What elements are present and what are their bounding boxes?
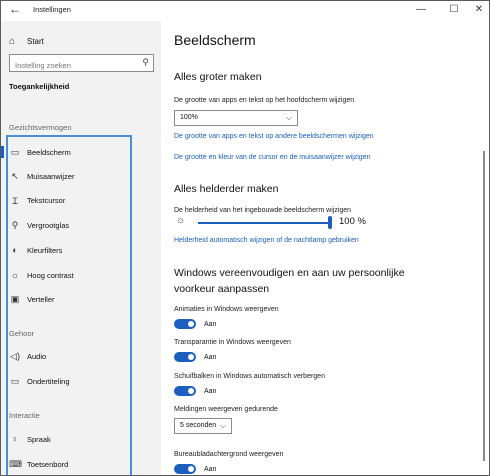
size-label: De grootte van apps en tekst op het hoof… xyxy=(174,97,355,104)
notification-duration-label: Meldingen weergeven gedurende xyxy=(174,406,278,413)
notification-duration-value: 5 seconden xyxy=(180,422,217,429)
toggle-scrollbars[interactable] xyxy=(174,386,196,396)
sidebar-item-captions[interactable]: ▭ Ondertiteling xyxy=(9,374,70,388)
sidebar-item-text-cursor[interactable]: Ɪ Tekstcursor xyxy=(9,193,65,207)
sidebar-item-high-contrast[interactable]: ☼ Hoog contrast xyxy=(9,268,74,282)
sidebar-section-title: Toegankelijkheid xyxy=(9,82,70,91)
toggle-state: Aan xyxy=(204,465,217,473)
sidebar-item-label: Spraak xyxy=(27,434,51,444)
chevron-down-icon: ⌵ xyxy=(219,421,226,430)
sidebar-item-label: Muisaanwijzer xyxy=(27,171,75,181)
toggle-row-desktop-background: Aan xyxy=(174,463,216,475)
size-dropdown[interactable]: 100% ⌵ xyxy=(174,110,298,126)
high-contrast-icon: ☼ xyxy=(10,270,20,280)
sidebar-item-color-filters[interactable]: ◐ Kleurfilters xyxy=(9,243,62,257)
sidebar-item-narrator[interactable]: ▣ Verteller xyxy=(9,292,55,306)
sidebar-item-mouse-pointer[interactable]: ↖ Muisaanwijzer xyxy=(9,169,75,183)
sidebar-item-label: Vergrootglas xyxy=(27,220,70,230)
toggle-label-animations: Animaties in Windows weergeven xyxy=(174,306,279,313)
minimize-icon[interactable]: — xyxy=(413,3,429,17)
chevron-down-icon: ⌵ xyxy=(285,113,292,122)
sidebar-home[interactable]: ⌂ Start xyxy=(9,34,44,48)
sidebar-item-magnifier[interactable]: ⚲ Vergrootglas xyxy=(9,218,69,232)
main-content: Beeldscherm Alles groter maken De groott… xyxy=(161,21,489,475)
group-label-interaction: Interactie xyxy=(9,411,40,420)
section-title-simplify-line1: Windows vereenvoudigen en aan uw persoon… xyxy=(174,267,405,279)
narrator-icon: ▣ xyxy=(10,293,20,304)
toggle-knob xyxy=(188,466,194,472)
slider-thumb[interactable] xyxy=(328,216,332,229)
microphone-icon: ♀ xyxy=(11,434,19,444)
selected-indicator xyxy=(1,146,4,158)
sidebar-item-label: Ondertiteling xyxy=(27,376,70,386)
back-arrow-icon[interactable]: ← xyxy=(9,2,21,16)
page-title: Beeldscherm xyxy=(174,32,256,48)
toggle-animations[interactable] xyxy=(174,319,196,329)
maximize-icon[interactable]: ☐ xyxy=(446,3,462,17)
slider-track[interactable] xyxy=(198,222,330,224)
speaker-icon: ◁) xyxy=(10,350,20,361)
settings-window: ← Instellingen — ☐ ✕ ⌂ Start ⚲ Toegankel… xyxy=(0,0,490,476)
window-title: Instellingen xyxy=(33,5,71,14)
toggle-state: Aan xyxy=(204,320,217,328)
home-icon: ⌂ xyxy=(9,35,16,47)
toggle-knob xyxy=(188,321,194,327)
toggle-knob xyxy=(188,354,194,360)
title-bar: ← Instellingen — ☐ ✕ xyxy=(1,1,489,21)
mouse-pointer-icon: ↖ xyxy=(11,170,19,181)
display-icon: ▭ xyxy=(10,146,20,157)
close-icon[interactable]: ✕ xyxy=(471,3,487,17)
toggle-state: Aan xyxy=(204,387,217,395)
sidebar-item-label: Kleurfilters xyxy=(27,245,63,255)
toggle-label-desktop-background: Bureaubladachtergrond weergeven xyxy=(174,451,284,458)
toggle-desktop-background[interactable] xyxy=(174,464,196,474)
toggle-row-animations: Aan xyxy=(174,318,216,330)
section-title-bigger: Alles groter maken xyxy=(174,71,262,83)
magnifier-icon: ⚲ xyxy=(11,219,19,230)
brightness-value: 100 % xyxy=(339,216,366,227)
toggle-label-scrollbars: Schuifbalken in Windows automatisch verb… xyxy=(174,373,325,380)
section-title-brighter: Alles helderder maken xyxy=(174,183,279,195)
toggle-knob xyxy=(188,388,194,394)
sidebar-item-label: Audio xyxy=(27,351,47,361)
sidebar-item-label: Verteller xyxy=(27,294,55,304)
link-night-light[interactable]: Helderheid automatisch wijzigen of de na… xyxy=(174,237,359,244)
toggle-row-transparency: Aan xyxy=(174,351,216,363)
toggle-label-transparency: Transparantie in Windows weergeven xyxy=(174,339,291,346)
content-scrollbar[interactable] xyxy=(483,151,485,461)
sidebar-item-display[interactable]: ▭ Beeldscherm xyxy=(9,145,71,159)
toggle-transparency[interactable] xyxy=(174,352,196,362)
sidebar-item-audio[interactable]: ◁) Audio xyxy=(9,349,46,363)
sun-icon: ☼ xyxy=(176,215,186,226)
sidebar: ⌂ Start ⚲ Toegankelijkheid Gezichtsvermo… xyxy=(1,21,161,475)
brightness-slider[interactable]: ☼ 100 % xyxy=(174,215,374,230)
sidebar-item-keyboard[interactable]: ⌨ Toetsenbord xyxy=(9,457,68,471)
sidebar-item-label: Beeldscherm xyxy=(27,147,71,157)
brightness-label: De helderheid van het ingebouwde beeldsc… xyxy=(174,207,352,214)
sidebar-item-speech[interactable]: ♀ Spraak xyxy=(9,432,51,446)
size-dropdown-value: 100% xyxy=(180,114,198,121)
sidebar-item-label: Hoog contrast xyxy=(27,270,74,280)
link-cursor-pointer[interactable]: De grootte en kleur van de cursor en de … xyxy=(174,154,371,161)
captions-icon: ▭ xyxy=(10,375,20,386)
sidebar-item-label: Tekstcursor xyxy=(27,195,66,205)
search-input[interactable] xyxy=(10,57,130,74)
keyboard-icon: ⌨ xyxy=(9,458,22,469)
toggle-state: Aan xyxy=(204,353,217,361)
sidebar-home-label: Start xyxy=(27,36,44,46)
text-cursor-icon: Ɪ xyxy=(12,195,18,206)
notification-duration-dropdown[interactable]: 5 seconden ⌵ xyxy=(174,418,232,434)
sidebar-item-label: Toetsenbord xyxy=(27,459,69,469)
search-icon[interactable]: ⚲ xyxy=(142,57,149,68)
link-other-displays[interactable]: De grootte van apps en tekst op andere b… xyxy=(174,133,374,140)
group-label-vision: Gezichtsvermogen xyxy=(9,123,72,132)
toggle-row-scrollbars: Aan xyxy=(174,385,216,397)
section-title-simplify-line2: voorkeur aanpassen xyxy=(174,283,270,295)
search-box: ⚲ xyxy=(9,54,154,74)
group-label-hearing: Gehoor xyxy=(9,329,35,338)
color-filter-icon: ◐ xyxy=(12,245,18,255)
